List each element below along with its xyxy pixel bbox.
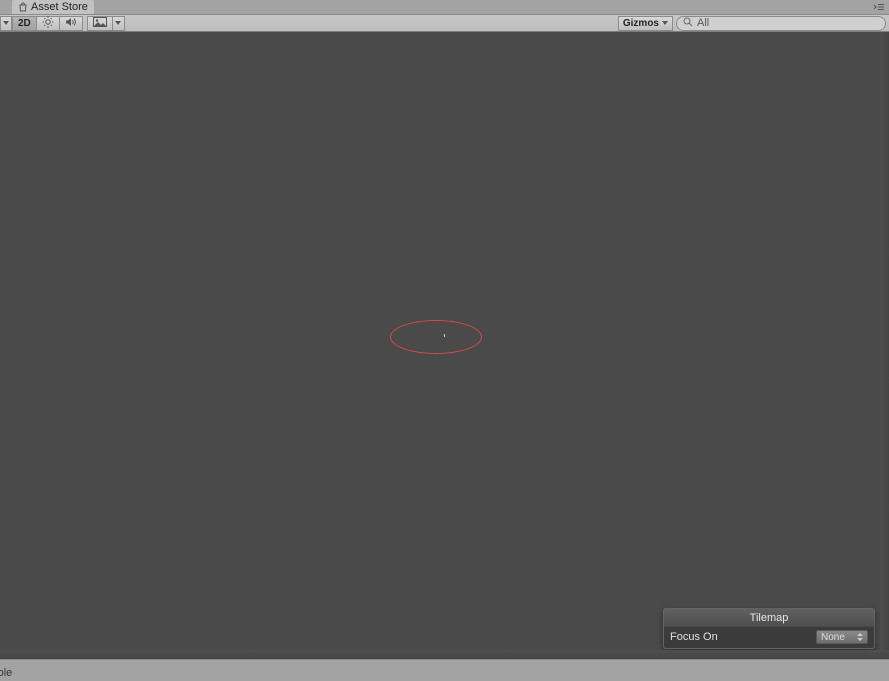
sun-icon xyxy=(42,16,54,31)
console-tab-partial[interactable]: nsole xyxy=(0,667,12,679)
tilemap-overlay-panel: Tilemap Focus On None xyxy=(663,608,875,649)
bottom-bar: nsole xyxy=(0,659,889,681)
panel-menu-icon[interactable] xyxy=(873,2,885,12)
vertical-scrollbar[interactable] xyxy=(880,32,889,659)
2d-toggle-button[interactable]: 2D xyxy=(12,16,37,31)
brush-outline xyxy=(390,320,482,354)
speaker-icon xyxy=(65,16,77,31)
brush-center-dot xyxy=(444,334,445,337)
search-input[interactable] xyxy=(697,17,879,29)
focus-on-value: None xyxy=(821,632,845,643)
shaded-dropdown[interactable] xyxy=(0,16,12,31)
scene-viewport[interactable]: Tilemap Focus On None xyxy=(0,32,889,659)
horizontal-scrollbar[interactable] xyxy=(0,650,889,659)
chevron-down-icon xyxy=(662,21,668,25)
2d-label: 2D xyxy=(18,18,31,29)
toolbar-right-group: Gizmos xyxy=(618,15,889,31)
tilemap-panel-title: Tilemap xyxy=(664,609,874,627)
tab-title: Asset Store xyxy=(31,1,88,13)
gizmos-label: Gizmos xyxy=(623,18,659,29)
fx-dropdown[interactable] xyxy=(113,16,125,31)
picture-icon xyxy=(93,17,107,30)
tilemap-panel-body: Focus On None xyxy=(664,627,874,648)
search-field[interactable] xyxy=(676,16,886,31)
tab-bar: Asset Store xyxy=(0,0,889,15)
focus-on-label: Focus On xyxy=(670,631,718,643)
tab-asset-store[interactable]: Asset Store xyxy=(12,0,94,14)
lighting-toggle-button[interactable] xyxy=(37,16,60,31)
toolbar-left-group: 2D xyxy=(0,15,125,31)
shopping-bag-icon xyxy=(18,2,28,12)
search-icon xyxy=(683,17,693,30)
unity-editor-panel: Asset Store 2D xyxy=(0,0,889,681)
gizmos-dropdown-button[interactable]: Gizmos xyxy=(618,16,673,31)
updown-icon xyxy=(857,633,863,641)
fx-toggle-button[interactable] xyxy=(87,16,113,31)
focus-on-dropdown[interactable]: None xyxy=(816,630,868,644)
scene-toolbar: 2D Gizmo xyxy=(0,15,889,32)
audio-toggle-button[interactable] xyxy=(60,16,83,31)
